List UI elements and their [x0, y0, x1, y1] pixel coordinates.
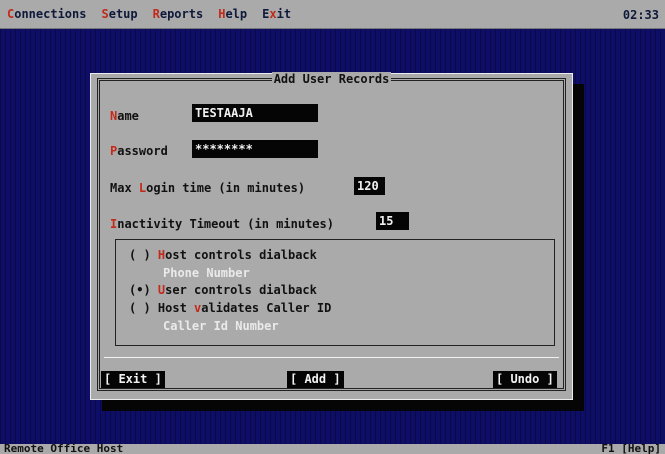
max-login-field[interactable]: 120: [354, 177, 385, 195]
menu-hotkey: S: [101, 7, 109, 21]
help-hint[interactable]: F1 [Help]: [601, 443, 661, 454]
password-label: Password: [110, 144, 168, 158]
inactivity-label-text: nactivity Timeout (in minutes): [117, 217, 334, 231]
max-login-label: Max Login time (in minutes): [110, 181, 305, 195]
name-field[interactable]: TESTAAJA: [192, 104, 318, 122]
undo-button[interactable]: [ Undo ]: [493, 371, 557, 388]
menu-setup[interactable]: Setup: [94, 7, 145, 21]
inactivity-field[interactable]: 15: [376, 212, 409, 230]
max-login-label-prefix: Max: [110, 181, 139, 195]
menu-label: elp: [225, 7, 248, 21]
menu-exit[interactable]: Exit: [255, 7, 299, 21]
radio-host-validates[interactable]: ( ): [129, 301, 151, 315]
dialog-title: Add User Records: [100, 72, 563, 86]
name-label-text: ame: [117, 109, 139, 123]
inactivity-label: Inactivity Timeout (in minutes): [110, 217, 334, 231]
radio-user-dialback[interactable]: (•): [129, 283, 151, 297]
name-label: Name: [110, 109, 139, 123]
dialog-frame: Add User Records Name TESTAAJA Password …: [97, 72, 566, 391]
option-user-dialback[interactable]: (•) User controls dialback: [129, 283, 317, 297]
menu-label: onnections: [14, 7, 87, 21]
option-label-prefix: Host: [157, 301, 195, 315]
dialog-title-text: Add User Records: [271, 72, 392, 86]
status-bar: Remote Office Host F1 [Help]: [0, 442, 665, 454]
clock: 02:33: [622, 8, 659, 22]
dialback-options-group: ( ) Host controls dialback Phone Number …: [115, 239, 555, 346]
add-user-dialog: Add User Records Name TESTAAJA Password …: [90, 72, 573, 400]
menu-hotkey: R: [152, 7, 160, 21]
radio-host-dialback[interactable]: ( ): [129, 248, 151, 262]
menu-reports[interactable]: Reports: [146, 7, 212, 21]
caller-id-number-label: Caller Id Number: [163, 319, 279, 333]
menu-label: etup: [108, 7, 138, 21]
option-label: ost controls dialback: [165, 248, 317, 262]
password-field[interactable]: ********: [192, 140, 318, 158]
menu-label: it: [276, 7, 292, 21]
menu-label: eports: [159, 7, 204, 21]
option-host-dialback[interactable]: ( ) Host controls dialback: [129, 248, 317, 262]
option-label: ser controls dialback: [165, 283, 317, 297]
menu-help[interactable]: Help: [211, 7, 255, 21]
password-label-text: assword: [117, 144, 168, 158]
max-login-label-text: ogin time (in minutes): [146, 181, 306, 195]
phone-number-label: Phone Number: [163, 266, 250, 280]
option-host-validates-caller-id[interactable]: ( ) Host validates Caller ID: [129, 301, 331, 315]
menu-hotkey: x: [269, 7, 277, 21]
menu-connections[interactable]: Connections: [0, 7, 94, 21]
add-button[interactable]: [ Add ]: [287, 371, 344, 388]
exit-button[interactable]: [ Exit ]: [101, 371, 165, 388]
status-left-text: Remote Office Host: [4, 442, 124, 454]
option-label: alidates Caller ID: [201, 301, 332, 315]
button-separator: [104, 357, 559, 358]
menu-bar: Connections Setup Reports Help Exit 02:3…: [0, 0, 665, 29]
